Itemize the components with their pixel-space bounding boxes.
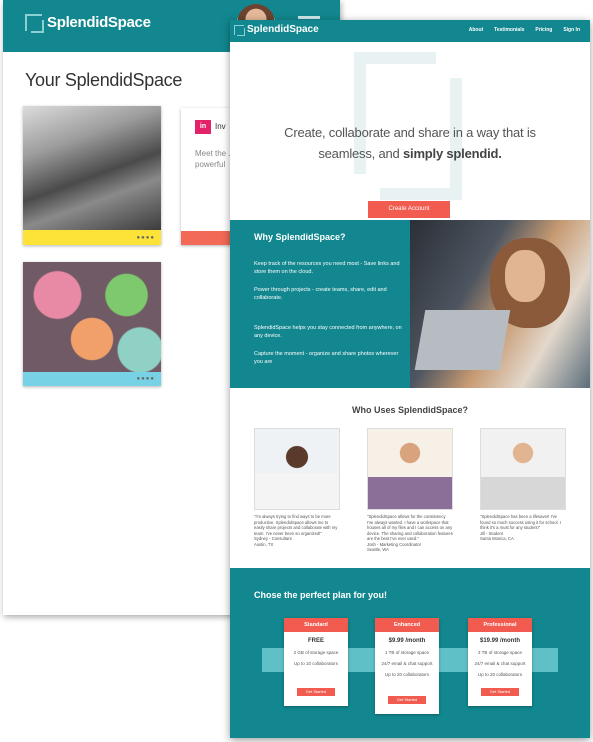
plan-card-standard: Standard FREE 2 GB of storage space Up t… bbox=[284, 618, 348, 706]
mountain-image bbox=[23, 106, 161, 230]
why-point: Keep track of the resources you need mos… bbox=[254, 261, 400, 275]
plan-feature: 24/7 email & chat support bbox=[381, 661, 433, 666]
more-dots-icon[interactable]: ●●●● bbox=[137, 235, 156, 241]
plan-feature: 24/7 email & chat support bbox=[474, 661, 526, 666]
plan-card-enhanced: Enhanced $9.99 /month 1 TB of storage sp… bbox=[375, 618, 439, 714]
why-point: Power through projects - create teams, s… bbox=[254, 287, 387, 301]
front-navbar: SplendidSpace About Testimonials Pricing… bbox=[230, 20, 590, 42]
plan-feature: Up to 20 collaborators bbox=[477, 672, 523, 677]
page-title: Your SplendidSpace bbox=[25, 70, 183, 90]
plan-name: Professional bbox=[468, 618, 532, 632]
logo-icon bbox=[25, 14, 44, 33]
back-logo[interactable]: SplendidSpace bbox=[25, 14, 151, 33]
pricing-title: Chose the perfect plan for you! bbox=[254, 590, 388, 600]
plan-card-professional: Professional $19.99 /month 2 TB of stora… bbox=[468, 618, 532, 706]
nav-link-sign-in[interactable]: Sign In bbox=[563, 27, 580, 33]
plan-feature: 2 TB of storage space bbox=[478, 650, 522, 655]
card-footer: ●●●● bbox=[23, 230, 161, 245]
photo-card-mountain[interactable]: ●●●● bbox=[23, 106, 161, 245]
plan-price: $9.99 /month bbox=[388, 638, 426, 644]
more-dots-icon[interactable]: ●●●● bbox=[137, 376, 156, 382]
logo-text: SplendidSpace bbox=[247, 24, 319, 35]
photo-card-succulents[interactable]: ●●●● bbox=[23, 262, 161, 386]
testimonial-quote: "SplendidSpace has been a lifesaver! I'v… bbox=[480, 514, 561, 541]
woman-laptop-photo bbox=[410, 220, 590, 388]
testimonial: "I'm always trying to find ways to be mo… bbox=[254, 428, 340, 547]
testimonial: "SplendidSpace has been a lifesaver! I'v… bbox=[480, 428, 566, 542]
plan-feature: Up to 20 collaborators bbox=[384, 672, 430, 677]
get-started-button[interactable]: Get Started bbox=[481, 688, 519, 696]
create-account-button[interactable]: Create Account bbox=[368, 201, 450, 218]
logo-icon bbox=[234, 24, 245, 36]
invision-icon: in bbox=[195, 120, 211, 134]
plan-feature: 1 TB of storage space bbox=[385, 650, 429, 655]
succulents-image bbox=[23, 262, 161, 372]
front-logo[interactable]: SplendidSpace bbox=[234, 24, 319, 36]
why-point: SplendidSpace helps you stay connected f… bbox=[254, 325, 402, 339]
hero-tagline: Create, collaborate and share in a way t… bbox=[230, 122, 590, 164]
who-title: Who Uses SplendidSpace? bbox=[351, 405, 469, 415]
why-panel: Why SplendidSpace? Keep track of the res… bbox=[230, 220, 410, 388]
get-started-button[interactable]: Get Started bbox=[388, 696, 426, 704]
plan-price: FREE bbox=[307, 638, 324, 644]
nav-link-pricing[interactable]: Pricing bbox=[535, 27, 552, 33]
testimonial-photo bbox=[480, 428, 566, 510]
front-window: SplendidSpace About Testimonials Pricing… bbox=[230, 20, 590, 738]
hero-line-2: seamless, and bbox=[318, 146, 400, 161]
hero-section: Create, collaborate and share in a way t… bbox=[230, 42, 590, 220]
testimonial-quote: "SplendidSpace allows for the consistenc… bbox=[367, 514, 453, 552]
pricing-section: Chose the perfect plan for you! Standard… bbox=[230, 568, 590, 738]
nav-link-testimonials[interactable]: Testimonials bbox=[494, 27, 524, 33]
plan-feature: Up to 10 collaborators bbox=[293, 661, 339, 666]
nav-links: About Testimonials Pricing Sign In bbox=[469, 27, 580, 33]
logo-text: SplendidSpace bbox=[47, 14, 151, 31]
plan-price: $19.99 /month bbox=[479, 638, 520, 644]
get-started-button[interactable]: Get Started bbox=[297, 688, 335, 696]
plan-name: Enhanced bbox=[375, 618, 439, 632]
card-footer: ●●●● bbox=[23, 372, 161, 386]
why-point: Capture the moment - organize and share … bbox=[254, 351, 399, 365]
plan-feature: 2 GB of storage space bbox=[293, 650, 339, 655]
testimonial-photo bbox=[367, 428, 453, 510]
nav-link-about[interactable]: About bbox=[469, 27, 483, 33]
testimonial-photo bbox=[254, 428, 340, 510]
plan-name: Standard bbox=[284, 618, 348, 632]
hero-line-1: Create, collaborate and share in a way t… bbox=[284, 125, 536, 140]
link-card-label: Inv bbox=[215, 122, 226, 131]
hero-line-2-bold: simply splendid. bbox=[403, 146, 502, 161]
why-title: Why SplendidSpace? bbox=[254, 232, 346, 242]
why-section: Why SplendidSpace? Keep track of the res… bbox=[230, 220, 590, 388]
testimonial: "SplendidSpace allows for the consistenc… bbox=[367, 428, 453, 553]
testimonial-quote: "I'm always trying to find ways to be mo… bbox=[254, 514, 338, 547]
